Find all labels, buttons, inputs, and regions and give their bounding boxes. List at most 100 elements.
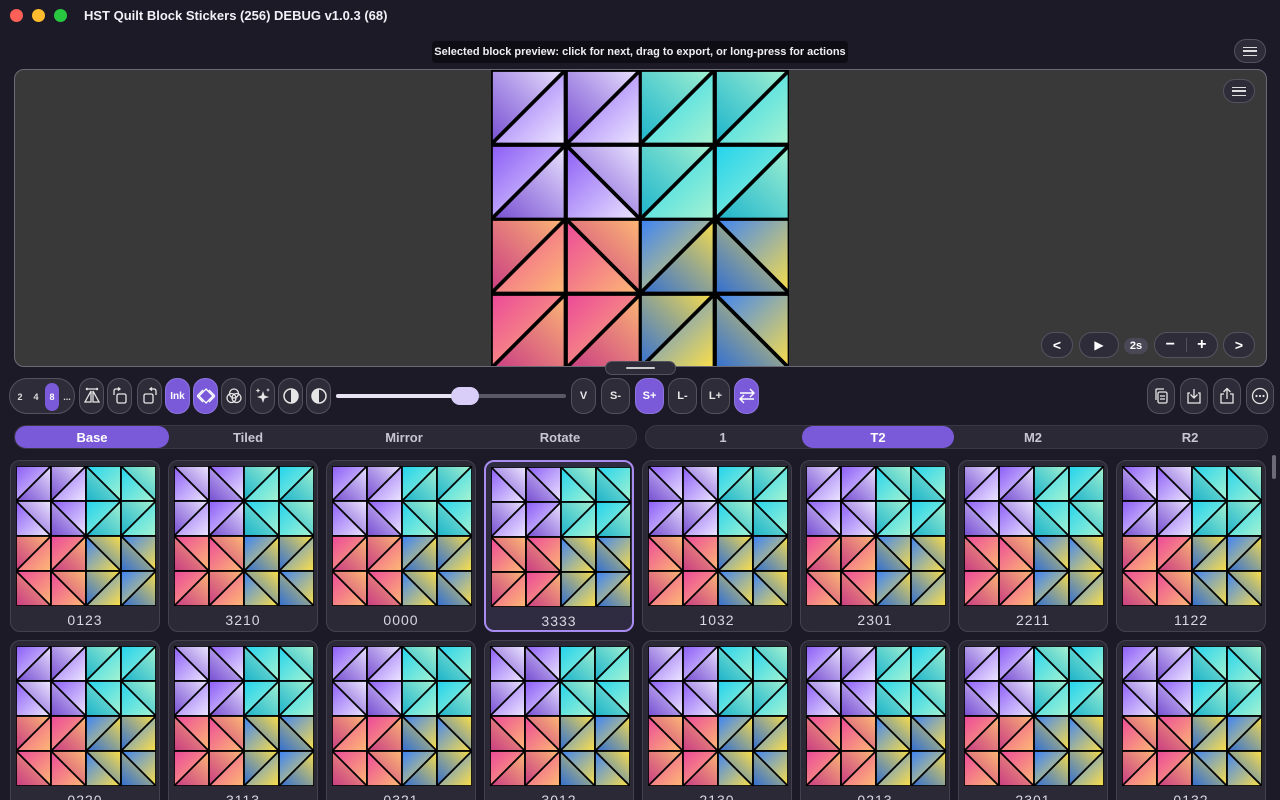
block-card[interactable]: 0220 xyxy=(10,640,160,800)
tab-variant-m2[interactable]: M2 xyxy=(956,426,1110,448)
play-slideshow-button[interactable]: ▶ xyxy=(1079,332,1119,358)
tab-variant-t2[interactable]: T2 xyxy=(802,426,954,448)
block-grid[interactable]: 0123 3210 0000 3333 1032 2301 2211 1122 … xyxy=(10,460,1270,800)
ink-toggle-button[interactable]: Ink xyxy=(165,378,190,414)
saturation-increase-button[interactable]: S+ xyxy=(635,378,664,414)
next-block-button[interactable]: > xyxy=(1223,332,1255,358)
preview-menu-button[interactable] xyxy=(1223,79,1255,103)
block-code-label: 0123 xyxy=(67,612,103,628)
block-card[interactable]: 3210 xyxy=(168,460,318,632)
interval-badge[interactable]: 2s xyxy=(1124,338,1148,354)
copy-button[interactable] xyxy=(1147,378,1175,414)
main-menu-button[interactable] xyxy=(1234,39,1266,63)
value-button[interactable]: V xyxy=(571,378,596,414)
variant-tabs[interactable]: 1 T2 M2 R2 xyxy=(645,425,1268,449)
invert-contrast-button[interactable] xyxy=(306,378,331,414)
block-card[interactable]: 0213 xyxy=(800,640,950,800)
preview-tile xyxy=(714,293,789,366)
block-card[interactable]: 0000 xyxy=(326,460,476,632)
rotate-left-button[interactable] xyxy=(107,378,132,414)
block-code-label: 3333 xyxy=(541,613,577,629)
mirror-button[interactable] xyxy=(79,378,104,414)
block-thumbnail xyxy=(806,466,946,606)
block-code-label: 0321 xyxy=(383,792,419,800)
preview-tile xyxy=(714,144,789,219)
resize-grip-handle[interactable] xyxy=(605,361,676,375)
block-code-label: 2301 xyxy=(857,612,893,628)
rotate-left-icon xyxy=(112,387,127,404)
title-bar: HST Quilt Block Stickers (256) DEBUG v1.… xyxy=(0,0,1280,34)
interval-stepper[interactable]: − + xyxy=(1154,332,1218,358)
previous-block-button[interactable]: < xyxy=(1041,332,1073,358)
preview-tile xyxy=(565,293,640,366)
block-card[interactable]: 2301 xyxy=(800,460,950,632)
slider-thumb[interactable] xyxy=(451,387,479,405)
preview-tile xyxy=(640,293,715,366)
contrast-button[interactable] xyxy=(278,378,303,414)
saturation-decrease-button[interactable]: S- xyxy=(601,378,630,414)
save-button[interactable] xyxy=(1180,378,1208,414)
block-code-label: 2130 xyxy=(699,792,735,800)
preview-tooltip: Selected block preview: click for next, … xyxy=(432,41,848,63)
grid-size-more[interactable]: ... xyxy=(60,383,74,411)
blend-button[interactable] xyxy=(221,378,246,414)
block-code-label: 1032 xyxy=(699,612,735,628)
preview-tile xyxy=(491,144,566,219)
tab-variant-r2[interactable]: R2 xyxy=(1112,426,1268,448)
lightness-increase-button[interactable]: L+ xyxy=(701,378,730,414)
block-code-label: 1122 xyxy=(1173,612,1209,628)
block-card[interactable]: 0321 xyxy=(326,640,476,800)
block-card[interactable]: 1032 xyxy=(642,460,792,632)
preview-tile xyxy=(491,293,566,366)
contrast-icon xyxy=(282,388,299,404)
tab-variant-1[interactable]: 1 xyxy=(646,426,800,448)
sparkles-icon xyxy=(255,388,270,403)
block-thumbnail xyxy=(174,646,314,786)
block-thumbnail xyxy=(1122,646,1262,786)
view-mode-tabs[interactable]: Base Tiled Mirror Rotate xyxy=(14,425,637,449)
rotate-right-button[interactable] xyxy=(137,378,162,414)
block-thumbnail xyxy=(964,466,1104,606)
block-preview-panel[interactable] xyxy=(14,69,1267,367)
selected-block-preview[interactable] xyxy=(491,70,789,366)
diamond-pattern-button[interactable] xyxy=(193,378,218,414)
block-card[interactable]: 0123 xyxy=(10,460,160,632)
block-card[interactable]: 2211 xyxy=(958,460,1108,632)
ellipsis-circle-icon xyxy=(1251,387,1269,405)
increase-interval-button[interactable]: + xyxy=(1187,333,1218,357)
tab-base[interactable]: Base xyxy=(15,426,169,448)
block-card[interactable]: 3012 xyxy=(484,640,634,800)
maximize-window-button[interactable] xyxy=(54,9,67,22)
tab-tiled[interactable]: Tiled xyxy=(171,426,325,448)
block-thumbnail xyxy=(332,646,472,786)
grid-size-4[interactable]: 4 xyxy=(29,383,43,411)
copy-icon xyxy=(1155,388,1168,404)
block-thumbnail xyxy=(332,466,472,606)
preview-tile xyxy=(640,70,715,145)
tab-rotate[interactable]: Rotate xyxy=(483,426,637,448)
block-card[interactable]: 0132 xyxy=(1116,640,1266,800)
minimize-window-button[interactable] xyxy=(32,9,45,22)
decrease-interval-button[interactable]: − xyxy=(1155,333,1186,357)
mirror-triangles-icon xyxy=(83,387,100,403)
preview-tile xyxy=(565,219,640,294)
grid-size-selector[interactable]: 2 4 8 ... xyxy=(9,378,75,414)
block-card[interactable]: 1122 xyxy=(1116,460,1266,632)
more-options-button[interactable] xyxy=(1246,378,1274,414)
block-code-label: 3210 xyxy=(225,612,261,628)
tab-mirror[interactable]: Mirror xyxy=(327,426,481,448)
block-card[interactable]: 3113 xyxy=(168,640,318,800)
swap-colors-button[interactable] xyxy=(734,378,759,414)
sparkle-effects-button[interactable] xyxy=(250,378,275,414)
preview-tile xyxy=(565,144,640,219)
block-card[interactable]: 2301 xyxy=(958,640,1108,800)
grid-scrollbar[interactable] xyxy=(1272,455,1276,479)
grid-size-2[interactable]: 2 xyxy=(13,383,27,411)
grid-size-8[interactable]: 8 xyxy=(45,383,59,411)
lightness-decrease-button[interactable]: L- xyxy=(668,378,697,414)
share-button[interactable] xyxy=(1213,378,1241,414)
close-window-button[interactable] xyxy=(10,9,23,22)
block-card[interactable]: 3333 xyxy=(484,460,634,632)
download-tray-icon xyxy=(1187,389,1201,404)
block-card[interactable]: 2130 xyxy=(642,640,792,800)
